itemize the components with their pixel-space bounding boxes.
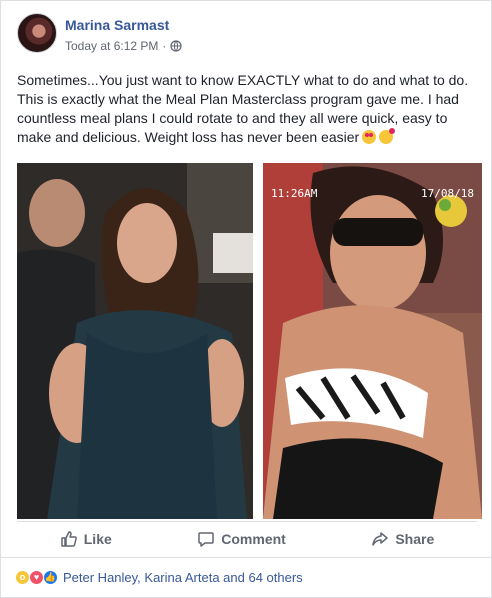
author-name[interactable]: Marina Sarmast [65,16,182,34]
before-photo[interactable] [17,163,253,519]
globe-icon[interactable] [170,40,182,52]
thumbs-up-icon [61,530,77,547]
reaction-icons: o ♥ 👍 [15,570,58,585]
post-meta: Marina Sarmast Today at 6:12 PM · [65,13,182,55]
comment-label: Comment [221,530,286,547]
post-text: Sometimes...You just want to know EXACTL… [17,71,477,147]
share-button[interactable]: Share [371,530,434,548]
photo-time-overlay: 11:26AM [271,187,318,200]
timestamp-row: Today at 6:12 PM · [65,39,182,53]
action-bar: Like Comment Share [17,521,477,555]
separator-dot: · [162,39,167,53]
photo-date-overlay: 17/08/18 [421,187,474,200]
post-body: Sometimes...You just want to know EXACTL… [17,72,469,145]
reactions-bar[interactable]: o ♥ 👍 Peter Hanley, Karina Arteta and 64… [1,557,491,597]
like-reaction-icon: 👍 [43,570,58,585]
heart-eyes-emoji [362,130,377,144]
share-label: Share [395,530,435,547]
share-icon [372,531,389,546]
comment-icon [198,531,215,547]
after-photo-image [263,163,482,519]
avatar[interactable] [17,13,57,53]
timestamp[interactable]: Today at 6:12 PM [65,39,158,53]
like-label: Like [83,530,112,547]
love-reaction-icon: ♥ [29,570,44,585]
smiling-face-with-hearts-emoji [379,128,396,144]
post-header: Marina Sarmast Today at 6:12 PM · [17,13,182,55]
before-photo-image [17,163,253,519]
comment-button[interactable]: Comment [197,530,286,548]
after-photo[interactable]: 11:26AM 17/08/18 [263,163,482,519]
like-button[interactable]: Like [60,530,112,548]
wow-reaction-icon: o [15,570,30,585]
post-card: Marina Sarmast Today at 6:12 PM · Someti… [0,0,492,598]
reactions-summary[interactable]: Peter Hanley, Karina Arteta and 64 other… [63,570,303,585]
